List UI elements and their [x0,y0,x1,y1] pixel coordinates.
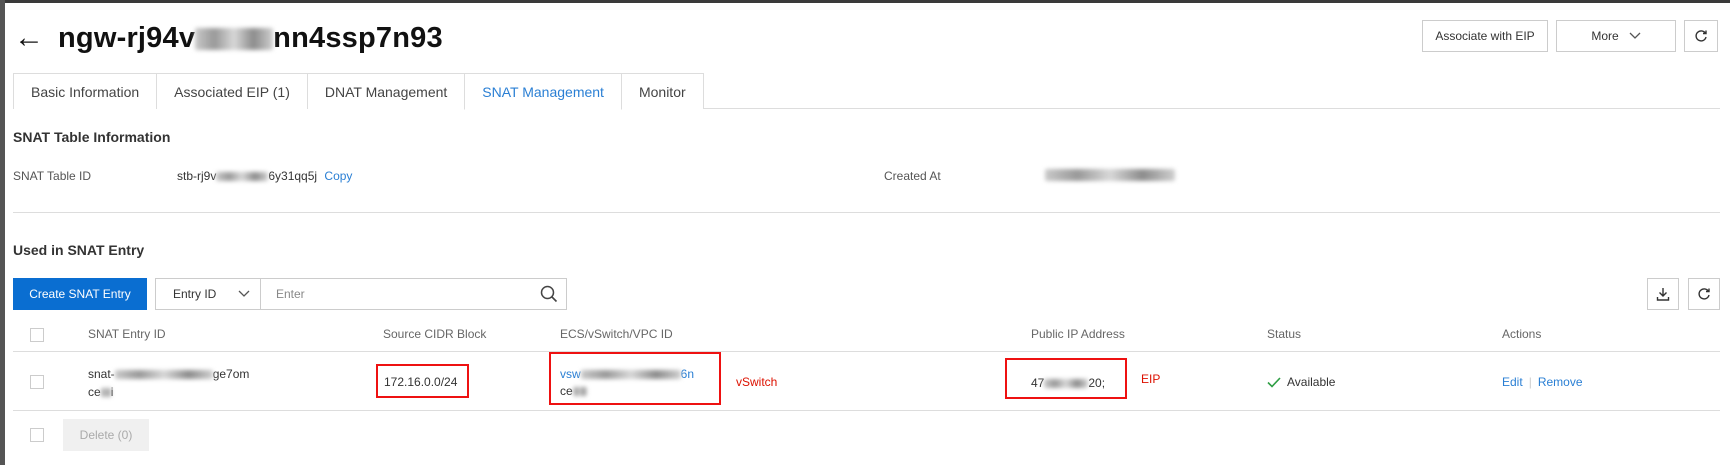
tab-basic-information[interactable]: Basic Information [13,73,158,109]
column-header: Actions [1502,327,1542,341]
entry-name-prefix: ce [88,385,101,399]
refresh-button[interactable] [1684,20,1718,52]
redacted-table-id [216,172,269,182]
column-header: ECS/vSwitch/VPC ID [560,327,673,341]
checkmark-icon [1267,376,1281,388]
select-all-checkbox[interactable] [30,328,44,342]
tab-monitor[interactable]: Monitor [620,73,704,109]
public-ip-link[interactable]: 47 20; [1031,376,1105,390]
tab-dnat-management[interactable]: DNAT Management [306,73,466,109]
create-snat-entry-button[interactable]: Create SNAT Entry [13,278,147,310]
remove-link[interactable]: Remove [1538,375,1583,389]
snat-table-id-value: stb-rj9v 6y31qq5j Copy [177,169,352,183]
title-prefix: ngw-rj94v [58,21,196,54]
created-at-label: Created At [884,169,941,183]
tab-bar: Basic Information Associated EIP (1) DNA… [13,73,1720,110]
filter-select-value: Entry ID [173,287,217,301]
snat-table-id-label: SNAT Table ID [13,169,92,183]
search-icon[interactable] [540,285,558,303]
redacted-vswitch-name [572,387,587,397]
table-row-divider [13,410,1720,411]
redacted-title-part [195,27,274,50]
table-header-divider [13,351,1720,352]
refresh-icon [1695,30,1707,42]
redacted-public-ip [1044,379,1089,389]
vswitch-prefix: vsw [560,367,581,381]
entries-toolbar: Create SNAT Entry Entry ID Enter [13,278,567,310]
chevron-down-icon [1629,32,1641,39]
entry-id-prefix: snat- [88,367,115,381]
arrow-left-icon[interactable]: ← [14,23,44,53]
table-refresh-button[interactable] [1688,278,1720,310]
title-suffix: nn4ssp7n93 [273,21,443,54]
download-icon [1656,288,1670,301]
eip-annotation: EIP [1141,372,1161,386]
entry-name-suffix: i [110,385,114,399]
table-id-suffix: 6y31qq5j [268,169,318,183]
table-id-prefix: stb-rj9v [177,169,217,183]
search-input[interactable]: Enter [261,278,567,310]
column-header: Public IP Address [1031,327,1125,341]
redacted-entry-name [100,388,111,398]
vswitch-name-prefix: ce [560,384,573,398]
more-label: More [1591,29,1619,43]
vswitch-annotation: vSwitch [736,375,778,389]
snat-entry-id-cell: snat-ge7om ce i [88,365,249,401]
actions-cell: Edit | Remove [1502,375,1583,389]
vswitch-link[interactable]: vsw 6n [560,366,694,383]
source-cidr-cell: 172.16.0.0/24 [384,375,458,389]
more-dropdown[interactable]: More [1556,20,1676,52]
vswitch-cell: vsw 6n ce [560,366,694,400]
redacted-entry-id [114,370,213,380]
status-text: Available [1287,375,1336,389]
window-left-border [0,0,5,465]
header-actions: Associate with EIP More [1422,20,1718,52]
redacted-created-at [1045,169,1175,181]
tab-snat-management[interactable]: SNAT Management [464,73,622,110]
delete-button[interactable]: Delete (0) [63,419,149,451]
column-header: SNAT Entry ID [88,327,166,341]
public-ip-suffix: 20; [1088,376,1106,390]
filter-select[interactable]: Entry ID [155,278,261,310]
redacted-vswitch-id [580,370,681,380]
public-ip-prefix: 47 [1031,376,1045,390]
copy-link[interactable]: Copy [324,169,352,183]
action-separator: | [1528,375,1532,389]
column-header: Status [1267,327,1302,341]
entry-id-suffix: ge7om [212,367,250,381]
refresh-icon [1698,288,1710,300]
page-title: ngw-rj94v nn4ssp7n93 [58,22,443,55]
snat-table-info-title: SNAT Table Information [13,129,171,145]
associate-eip-button[interactable]: Associate with EIP [1422,20,1548,52]
row-checkbox[interactable] [30,375,44,389]
tab-associated-eip[interactable]: Associated EIP (1) [156,73,308,109]
section-divider [13,212,1720,213]
edit-link[interactable]: Edit [1502,375,1523,389]
window-top-border [0,0,1730,3]
column-header: Source CIDR Block [383,327,487,341]
footer-select-checkbox[interactable] [30,428,44,442]
vswitch-suffix: 6n [680,367,695,381]
search-placeholder: Enter [276,287,305,301]
page-header: ← ngw-rj94v nn4ssp7n93 [14,18,443,58]
snat-entries-title: Used in SNAT Entry [13,242,145,258]
status-cell: Available [1267,375,1335,389]
chevron-down-icon [238,290,250,297]
download-button[interactable] [1647,278,1679,310]
